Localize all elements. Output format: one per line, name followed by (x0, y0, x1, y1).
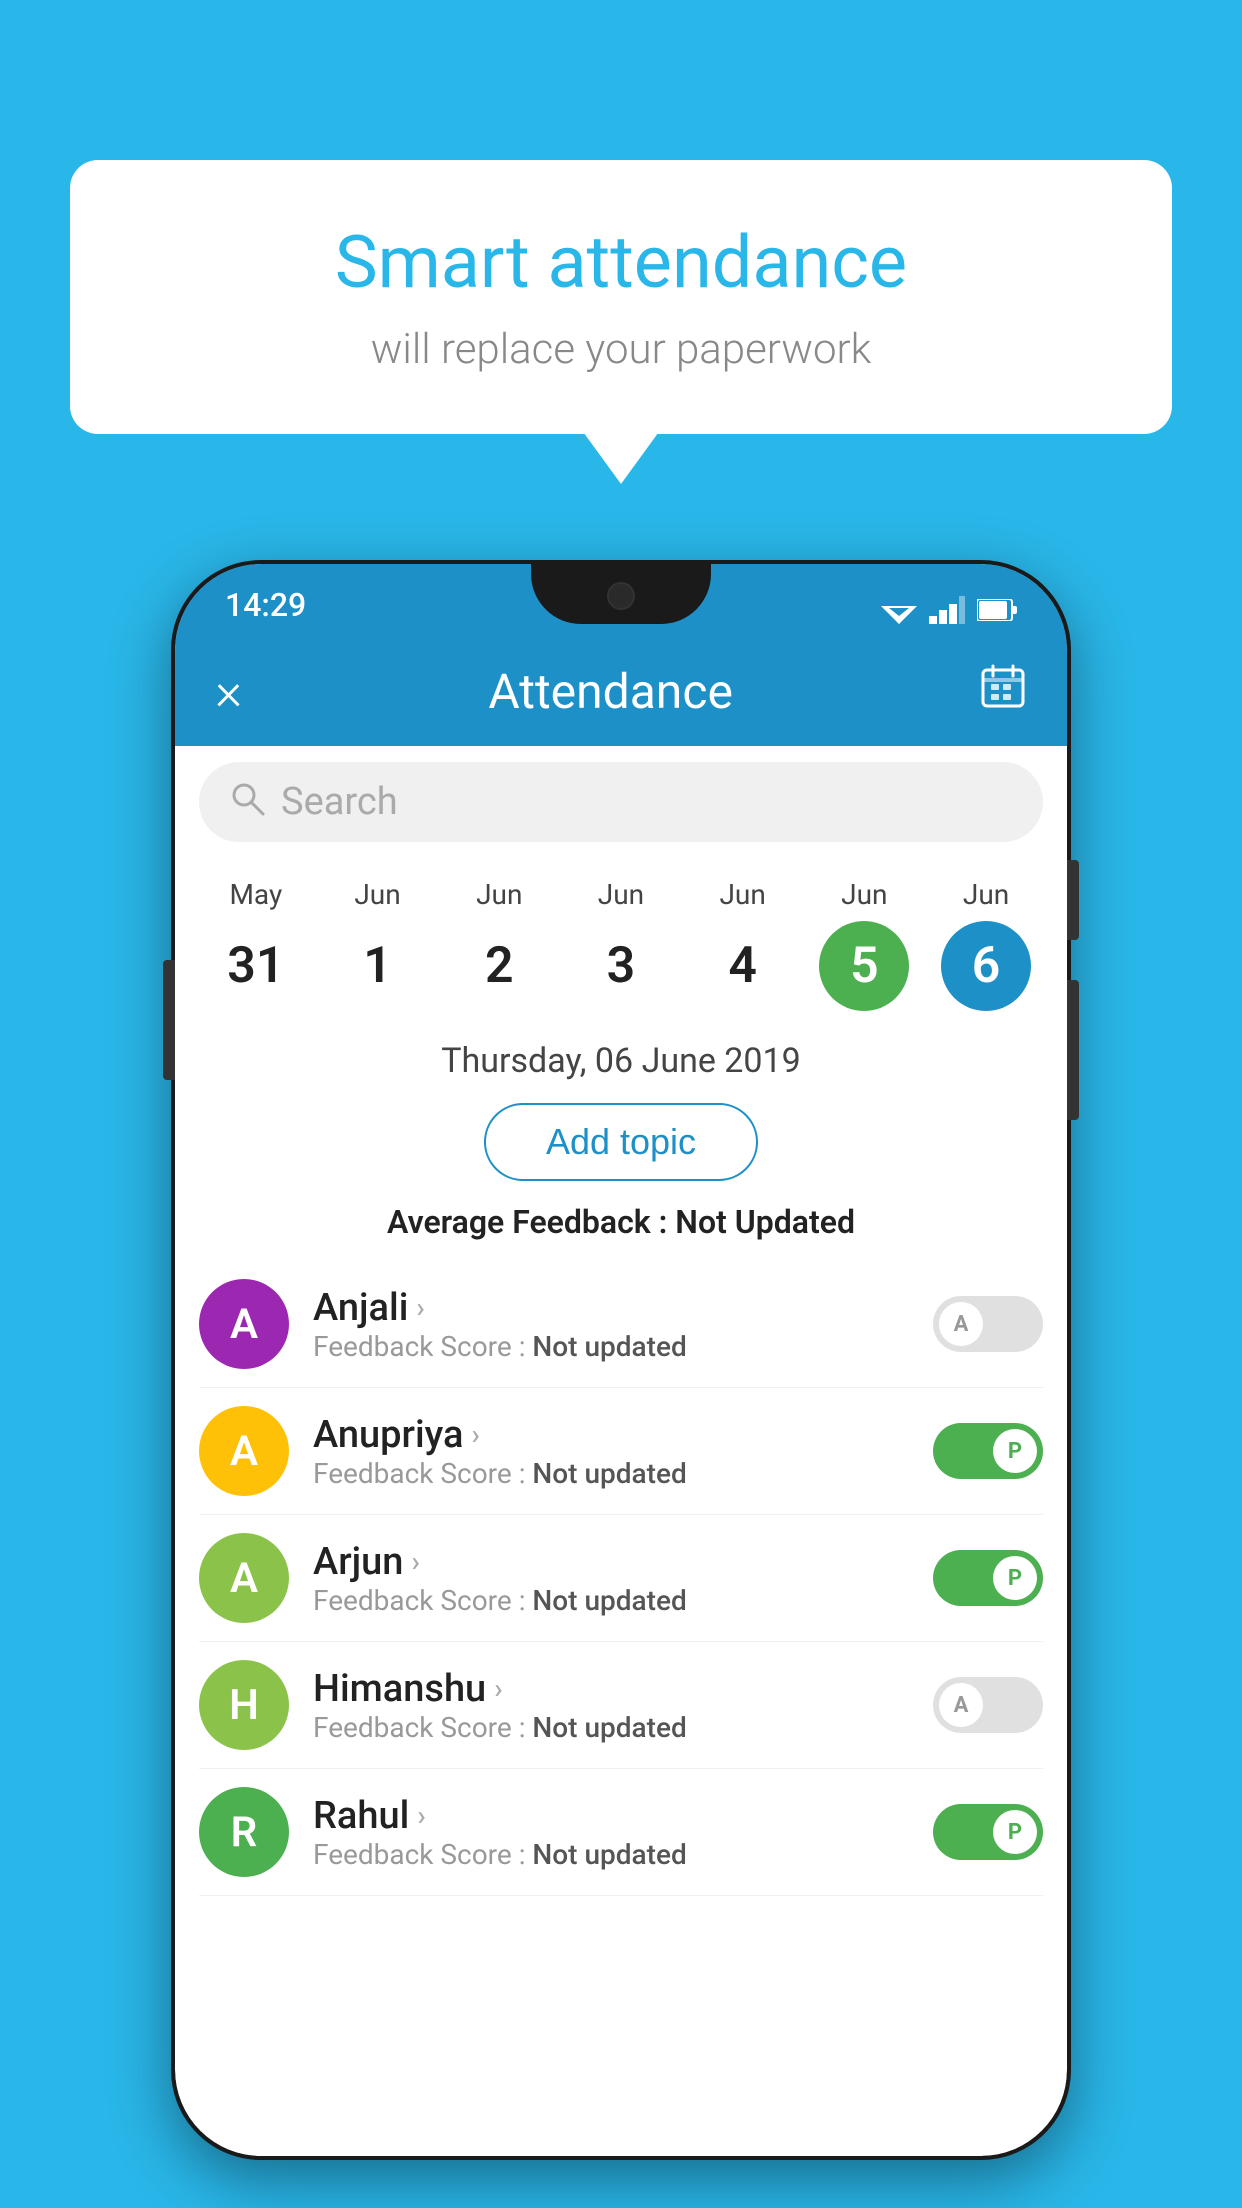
day-month-label: Jun (719, 878, 765, 911)
chevron-icon: › (411, 1545, 419, 1578)
day-number-label: 6 (941, 921, 1031, 1011)
avg-feedback-value: Not Updated (675, 1203, 855, 1241)
speech-bubble-title: Smart attendance (150, 220, 1092, 305)
status-time: 14:29 (225, 586, 306, 624)
phone-inner: 14:29 (175, 564, 1067, 2156)
student-row[interactable]: A Arjun›Feedback Score : Not updated P (199, 1515, 1043, 1642)
day-number-label: 2 (454, 921, 544, 1011)
chevron-icon: › (417, 1799, 425, 1832)
day-month-label: Jun (476, 878, 522, 911)
feedback-score: Feedback Score : Not updated (313, 1330, 909, 1363)
chevron-icon: › (416, 1291, 424, 1324)
chevron-icon: › (494, 1672, 502, 1705)
student-info: Himanshu›Feedback Score : Not updated (313, 1667, 909, 1744)
calendar-day-4[interactable]: Jun 4 (688, 878, 798, 1011)
close-button[interactable]: × (215, 661, 242, 722)
student-list: AAnjali›Feedback Score : Not updatedAAAn… (175, 1261, 1067, 1896)
day-month-label: Jun (963, 878, 1009, 911)
student-name: Arjun› (313, 1540, 909, 1584)
toggle-knob: A (939, 1683, 983, 1727)
chevron-icon: › (471, 1418, 479, 1451)
student-row[interactable]: H Himanshu›Feedback Score : Not updated A (199, 1642, 1043, 1769)
day-number-label: 3 (576, 921, 666, 1011)
day-month-label: Jun (598, 878, 644, 911)
day-number-label: 4 (698, 921, 788, 1011)
wifi-icon (881, 596, 917, 624)
avg-feedback: Average Feedback : Not Updated (175, 1193, 1067, 1261)
search-icon (229, 780, 265, 825)
student-avatar: A (199, 1406, 289, 1496)
student-row[interactable]: A Anjali›Feedback Score : Not updated A (199, 1261, 1043, 1388)
speech-bubble-subtitle: will replace your paperwork (150, 325, 1092, 374)
day-month-label: May (229, 878, 282, 911)
student-name: Rahul› (313, 1794, 909, 1838)
attendance-toggle[interactable]: A (933, 1677, 1043, 1733)
selected-date-label: Thursday, 06 June 2019 (175, 1021, 1067, 1091)
student-info: Anupriya›Feedback Score : Not updated (313, 1413, 909, 1490)
status-icons (881, 596, 1017, 624)
calendar-icon[interactable] (979, 662, 1027, 721)
power-button-bottom (1067, 980, 1079, 1120)
app-bar: × Attendance (175, 636, 1067, 746)
day-number-label: 31 (211, 921, 301, 1011)
student-avatar: H (199, 1660, 289, 1750)
attendance-toggle[interactable]: P (933, 1423, 1043, 1479)
attendance-toggle[interactable]: P (933, 1804, 1043, 1860)
student-info: Rahul›Feedback Score : Not updated (313, 1794, 909, 1871)
power-button-top (1067, 860, 1079, 940)
attendance-toggle[interactable]: P (933, 1550, 1043, 1606)
phone-wrapper: 14:29 (171, 560, 1071, 2160)
feedback-score: Feedback Score : Not updated (313, 1838, 909, 1871)
phone-body: 14:29 (171, 560, 1071, 2160)
calendar-day-5[interactable]: Jun 5 (809, 878, 919, 1011)
attendance-toggle[interactable]: A (933, 1296, 1043, 1352)
day-number-label: 1 (333, 921, 423, 1011)
student-name: Anupriya› (313, 1413, 909, 1457)
feedback-score: Feedback Score : Not updated (313, 1711, 909, 1744)
phone-notch (531, 564, 711, 624)
day-number-label: 5 (819, 921, 909, 1011)
student-row[interactable]: R Rahul›Feedback Score : Not updated P (199, 1769, 1043, 1896)
day-month-label: Jun (354, 878, 400, 911)
feedback-score: Feedback Score : Not updated (313, 1457, 909, 1490)
day-month-label: Jun (841, 878, 887, 911)
search-input-placeholder: Search (281, 780, 398, 824)
toggle-knob: A (939, 1302, 983, 1346)
toggle-knob: P (993, 1429, 1037, 1473)
student-name: Himanshu› (313, 1667, 909, 1711)
student-info: Arjun›Feedback Score : Not updated (313, 1540, 909, 1617)
search-bar[interactable]: Search (199, 762, 1043, 842)
toggle-knob: P (993, 1810, 1037, 1854)
calendar-day-6[interactable]: Jun 6 (931, 878, 1041, 1011)
phone-screen: 14:29 (175, 564, 1067, 2156)
calendar-day-2[interactable]: Jun 2 (444, 878, 554, 1011)
calendar-day-3[interactable]: Jun 3 (566, 878, 676, 1011)
front-camera (607, 582, 635, 610)
student-avatar: A (199, 1279, 289, 1369)
avg-feedback-label: Average Feedback : (387, 1203, 667, 1241)
calendar-strip: May 31 Jun 1 Jun 2 Jun 3 Jun 4 Jun 5 Jun 6 (175, 858, 1067, 1021)
add-topic-button[interactable]: Add topic (484, 1103, 758, 1181)
speech-bubble: Smart attendance will replace your paper… (70, 160, 1172, 434)
signal-icon (929, 596, 965, 624)
battery-icon (977, 599, 1017, 621)
speech-bubble-container: Smart attendance will replace your paper… (70, 160, 1172, 434)
toggle-knob: P (993, 1556, 1037, 1600)
calendar-day-0[interactable]: May 31 (201, 878, 311, 1011)
student-info: Anjali›Feedback Score : Not updated (313, 1286, 909, 1363)
student-avatar: R (199, 1787, 289, 1877)
student-name: Anjali› (313, 1286, 909, 1330)
calendar-day-1[interactable]: Jun 1 (323, 878, 433, 1011)
feedback-score: Feedback Score : Not updated (313, 1584, 909, 1617)
app-bar-title: Attendance (272, 663, 949, 720)
student-row[interactable]: A Anupriya›Feedback Score : Not updated P (199, 1388, 1043, 1515)
volume-button (163, 960, 175, 1080)
student-avatar: A (199, 1533, 289, 1623)
